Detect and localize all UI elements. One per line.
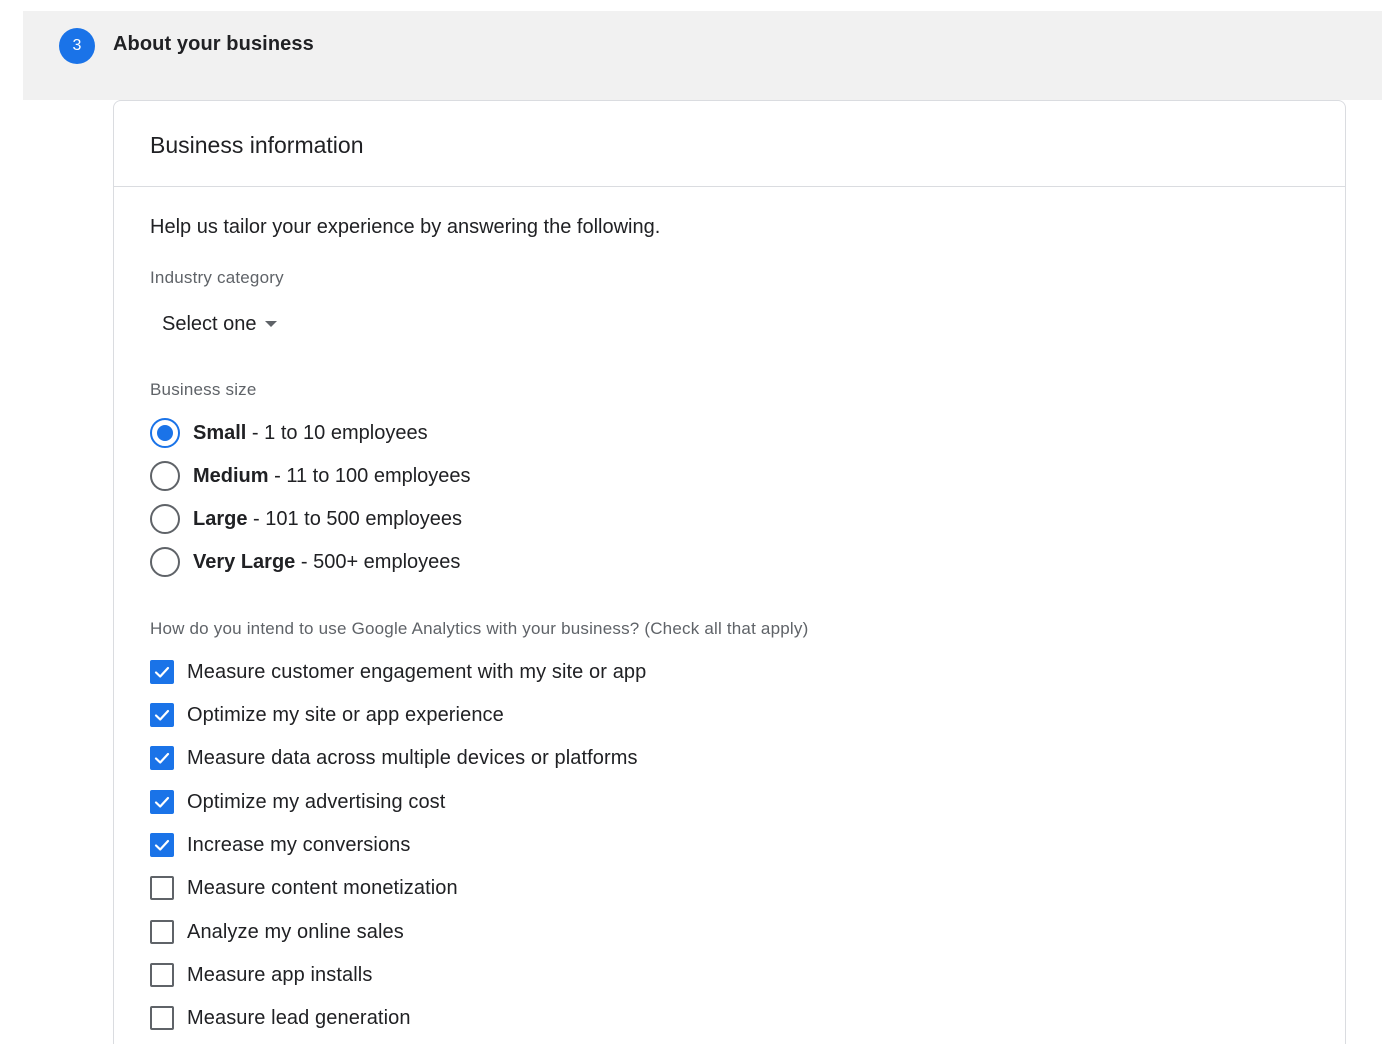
checkbox-label: Measure lead generation xyxy=(187,1006,411,1029)
checkbox-label: Measure app installs xyxy=(187,963,373,986)
step-title: About your business xyxy=(113,33,314,55)
radio-button[interactable] xyxy=(150,418,180,448)
checkbox[interactable] xyxy=(150,833,174,857)
radio-button[interactable] xyxy=(150,461,180,491)
checkbox-label: Increase my conversions xyxy=(187,833,411,856)
checkmark-icon xyxy=(154,796,170,808)
usage-option-lead-generation[interactable]: Measure lead generation xyxy=(150,1004,411,1032)
industry-category-value: Select one xyxy=(162,312,257,335)
checkmark-icon xyxy=(154,839,170,851)
usage-option-customer-engagement[interactable]: Measure customer engagement with my site… xyxy=(150,658,646,686)
usage-option-online-sales[interactable]: Analyze my online sales xyxy=(150,918,404,946)
size-option-large[interactable]: Large - 101 to 500 employees xyxy=(150,503,462,535)
usage-option-optimize-experience[interactable]: Optimize my site or app experience xyxy=(150,701,504,729)
checkbox[interactable] xyxy=(150,920,174,944)
checkbox[interactable] xyxy=(150,963,174,987)
industry-category-select[interactable]: Select one xyxy=(162,311,277,337)
card-title: Business information xyxy=(150,132,364,158)
checkbox[interactable] xyxy=(150,876,174,900)
checkmark-icon xyxy=(154,666,170,678)
size-option-small[interactable]: Small - 1 to 10 employees xyxy=(150,417,428,449)
step-number-badge: 3 xyxy=(59,28,95,64)
checkbox-label: Analyze my online sales xyxy=(187,920,404,943)
checkbox-label: Optimize my advertising cost xyxy=(187,790,446,813)
radio-button[interactable] xyxy=(150,547,180,577)
radio-button[interactable] xyxy=(150,504,180,534)
checkbox-label: Measure customer engagement with my site… xyxy=(187,660,647,683)
size-option-very-large[interactable]: Very Large - 500+ employees xyxy=(150,546,460,578)
checkbox[interactable] xyxy=(150,703,174,727)
usage-option-multiple-devices[interactable]: Measure data across multiple devices or … xyxy=(150,744,638,772)
radio-label: Very Large - 500+ employees xyxy=(193,550,461,573)
usage-option-conversions[interactable]: Increase my conversions xyxy=(150,831,411,859)
business-size-label: Business size xyxy=(150,380,257,399)
checkmark-icon xyxy=(154,709,170,721)
usage-option-app-installs[interactable]: Measure app installs xyxy=(150,961,372,989)
checkbox[interactable] xyxy=(150,1006,174,1030)
checkmark-icon xyxy=(154,752,170,764)
radio-label: Small - 1 to 10 employees xyxy=(193,421,428,444)
usage-question-label: How do you intend to use Google Analytic… xyxy=(150,619,809,638)
radio-label: Medium - 11 to 100 employees xyxy=(193,464,471,487)
checkbox-label: Optimize my site or app experience xyxy=(187,703,504,726)
usage-option-advertising-cost[interactable]: Optimize my advertising cost xyxy=(150,788,445,816)
checkbox-label: Measure data across multiple devices or … xyxy=(187,746,638,769)
step-header: 3 About your business xyxy=(23,11,1382,100)
checkbox-label: Measure content monetization xyxy=(187,876,458,899)
radio-label: Large - 101 to 500 employees xyxy=(193,507,463,530)
checkbox[interactable] xyxy=(150,746,174,770)
intro-text: Help us tailor your experience by answer… xyxy=(150,216,661,238)
chevron-down-icon xyxy=(264,321,277,327)
card-header: Business information xyxy=(114,101,1345,187)
industry-category-label: Industry category xyxy=(150,268,284,287)
business-info-card: Business information Help us tailor your… xyxy=(113,100,1346,1044)
size-option-medium[interactable]: Medium - 11 to 100 employees xyxy=(150,460,471,492)
checkbox[interactable] xyxy=(150,790,174,814)
checkbox[interactable] xyxy=(150,660,174,684)
usage-option-content-monetization[interactable]: Measure content monetization xyxy=(150,874,458,902)
